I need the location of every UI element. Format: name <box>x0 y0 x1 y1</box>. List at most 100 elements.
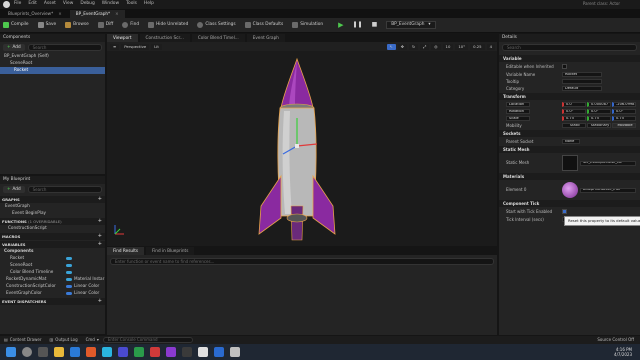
blueprint-search-input[interactable]: Search <box>27 186 102 193</box>
content-drawer-button[interactable]: ▤ Content Drawer <box>4 338 42 342</box>
close-icon[interactable]: × <box>58 11 62 16</box>
add-function-icon[interactable]: + <box>98 219 102 224</box>
debug-target-select[interactable]: BP_EventGraph ▾ <box>386 20 436 30</box>
rotation-x[interactable]: 0.0° <box>562 109 586 115</box>
cmd-button[interactable]: Cmd ▾ <box>86 338 99 342</box>
world-local-button[interactable]: ◎ <box>431 43 441 50</box>
diff-button[interactable]: Diff <box>97 22 113 28</box>
location-y[interactable]: 0.000087 <box>587 102 611 108</box>
app-icon[interactable] <box>86 347 96 357</box>
rocket-mesh[interactable] <box>247 56 347 246</box>
add-component-button[interactable]: + Add <box>3 44 25 51</box>
system-clock[interactable]: 4:16 PM 4/7/2023 <box>614 347 632 357</box>
visual-studio-icon[interactable] <box>166 347 176 357</box>
materials-section[interactable]: Materials <box>499 173 640 181</box>
source-control-button[interactable]: Source Control Off <box>597 338 634 342</box>
function-constructionscript[interactable]: ConstructionScript <box>0 225 105 232</box>
app-icon[interactable] <box>214 347 224 357</box>
find-button[interactable]: Find <box>122 22 139 28</box>
add-graph-icon[interactable]: + <box>98 197 102 202</box>
tab-blueprints-overview[interactable]: Blueprints_Overview* × <box>2 10 68 18</box>
component-sceneroot[interactable]: SceneRoot <box>0 60 105 67</box>
menu-view[interactable]: View <box>63 1 73 6</box>
lit-button[interactable]: Lit <box>151 43 162 50</box>
tab-color-blend-timeline[interactable]: Color Blend Timel... <box>191 34 245 42</box>
static-mesh-select[interactable]: SM_ExampleMesh_Ro <box>580 160 636 166</box>
viewport-options-button[interactable]: ≡ <box>110 43 120 50</box>
event-beginplay[interactable]: Event BeginPlay <box>0 210 105 217</box>
file-explorer-icon[interactable] <box>54 347 64 357</box>
translate-mode-button[interactable]: ✥ <box>397 43 407 50</box>
start-icon[interactable] <box>6 347 16 357</box>
menu-debug[interactable]: Debug <box>80 1 94 6</box>
component-tick-section[interactable]: Component Tick <box>499 200 640 208</box>
rotation-z[interactable]: 0.0° <box>612 109 636 115</box>
variable-row[interactable]: EventGraphColor Linear Color <box>0 290 105 297</box>
app-icon[interactable] <box>134 347 144 357</box>
scale-snap-button[interactable]: 0.25 <box>470 43 485 50</box>
stop-button[interactable]: ■ <box>372 22 378 28</box>
simulation-button[interactable]: Simulation <box>292 22 323 28</box>
search-icon[interactable] <box>22 347 32 357</box>
tab-construction-script[interactable]: Construction Scr... <box>139 34 190 42</box>
material-select[interactable]: BlueprintRocket_Inst <box>580 187 636 193</box>
tab-find-results[interactable]: Find Results <box>107 247 145 255</box>
tick-enabled-checkbox[interactable] <box>562 209 567 215</box>
mesh-thumbnail[interactable] <box>562 155 578 172</box>
menu-edit[interactable]: Edit <box>28 1 37 6</box>
add-variable-icon[interactable]: + <box>98 242 102 247</box>
details-search-input[interactable]: Search <box>502 44 637 51</box>
scale-z[interactable]: 0.75 <box>612 116 636 122</box>
perspective-button[interactable]: Perspective <box>121 43 150 50</box>
app-icon[interactable] <box>150 347 160 357</box>
rotation-dropdown[interactable]: Rotation <box>506 109 530 115</box>
menu-tools[interactable]: Tools <box>126 1 137 6</box>
scale-y[interactable]: 0.75 <box>587 116 611 122</box>
output-log-button[interactable]: ▥ Output Log <box>50 338 78 342</box>
location-dropdown[interactable]: Location <box>506 102 530 108</box>
class-defaults-button[interactable]: Class Defaults <box>244 22 283 28</box>
save-button[interactable]: Save <box>37 22 56 28</box>
macros-section[interactable]: MACROS + <box>0 233 105 240</box>
tab-find-in-blueprints[interactable]: Find in Blueprints <box>146 247 195 255</box>
add-member-button[interactable]: + Add <box>3 186 25 193</box>
compile-button[interactable]: Compile <box>3 22 29 28</box>
location-x[interactable]: 0.0 <box>562 102 586 108</box>
pause-button[interactable]: ❚❚ <box>353 22 363 28</box>
scale-x[interactable]: 0.75 <box>562 116 586 122</box>
component-rocket[interactable]: Rocket <box>0 67 105 74</box>
edge-icon[interactable] <box>70 347 80 357</box>
scale-mode-button[interactable]: ⤢ <box>420 43 430 50</box>
component-self[interactable]: BP_EventGraph (Self) <box>0 53 105 60</box>
variable-row[interactable]: Color Blend Timeline <box>0 269 105 276</box>
app-icon[interactable] <box>118 347 128 357</box>
add-macro-icon[interactable]: + <box>98 234 102 239</box>
parent-socket-field[interactable]: None <box>562 139 580 145</box>
grid-snap-button[interactable]: 10 <box>442 43 454 50</box>
tab-event-graph[interactable]: Event Graph <box>246 34 285 42</box>
category-select[interactable]: Default <box>562 86 602 92</box>
transform-section[interactable]: Transform <box>499 93 640 101</box>
app-icon[interactable] <box>230 347 240 357</box>
graph-eventgraph[interactable]: EventGraph <box>0 203 105 210</box>
variable-section[interactable]: Variable <box>499 55 640 62</box>
menu-file[interactable]: File <box>14 1 21 6</box>
menu-asset[interactable]: Asset <box>44 1 56 6</box>
variable-row[interactable]: Rocket <box>0 255 105 262</box>
app-icon[interactable] <box>182 347 192 357</box>
variable-row[interactable]: ConstructionScriptColor Linear Color <box>0 283 105 290</box>
hide-unrelated-button[interactable]: Hide Unrelated <box>148 22 188 28</box>
variable-name-field[interactable]: Rocket <box>562 72 602 78</box>
rotation-y[interactable]: 0.0° <box>587 109 611 115</box>
menu-window[interactable]: Window <box>102 1 119 6</box>
tab-viewport[interactable]: Viewport <box>107 34 138 42</box>
static-mesh-section[interactable]: Static Mesh <box>499 146 640 154</box>
components-search-input[interactable]: Search <box>27 44 102 51</box>
task-view-icon[interactable] <box>38 347 48 357</box>
console-input[interactable]: Enter Console Command <box>102 337 193 343</box>
unreal-icon[interactable] <box>198 347 208 357</box>
components-category[interactable]: Components <box>0 248 105 255</box>
variable-row[interactable]: RocketDynamicMat Material Instar <box>0 276 105 283</box>
class-settings-button[interactable]: Class Settings <box>197 22 236 28</box>
material-thumbnail[interactable] <box>562 182 578 199</box>
